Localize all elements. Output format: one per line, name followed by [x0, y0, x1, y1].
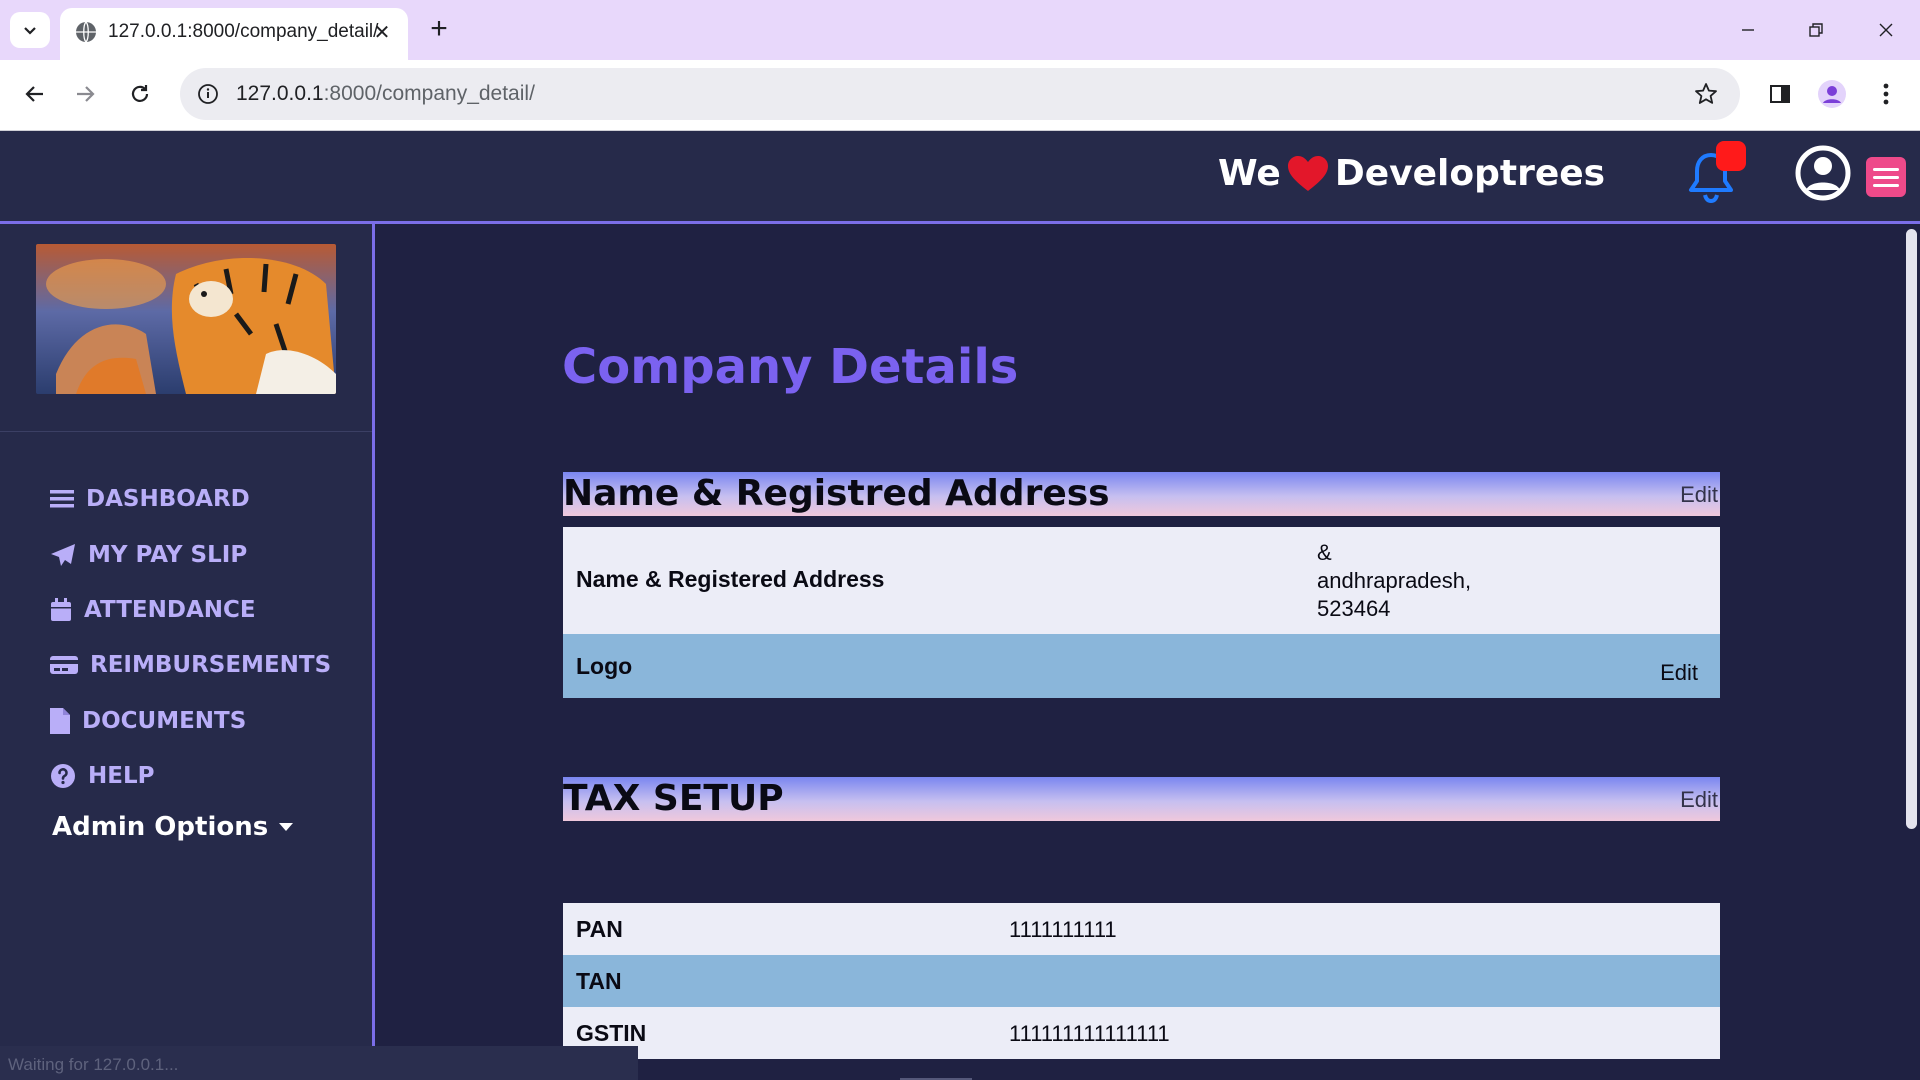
url-path: :8000/company_detail/ [323, 82, 535, 105]
reload-icon [131, 85, 149, 102]
row-label: TAN [576, 968, 622, 994]
row-label: Name & Registered Address [576, 566, 885, 592]
table-row: Logo Edit [563, 634, 1720, 698]
minimize-button[interactable] [1728, 10, 1768, 50]
sidebar-item-label: ATTENDANCE [84, 597, 256, 623]
minimize-icon [1742, 29, 1754, 31]
back-button[interactable] [14, 74, 54, 114]
table-row: PAN 1111111111 [563, 903, 1720, 955]
section-edit-link[interactable]: Edit [1680, 482, 1718, 508]
caret-down-icon [279, 823, 294, 831]
sidebar: DASHBOARD MY PAY SLIP ATTENDANCE REIMBUR… [0, 224, 375, 1080]
admin-options-dropdown[interactable]: Admin Options [52, 812, 294, 842]
url-host: 127.0.0.1 [236, 82, 324, 105]
sidebar-item-label: DASHBOARD [86, 486, 250, 512]
row-label: Logo [576, 653, 633, 679]
question-circle-icon [51, 764, 75, 788]
section-title: TAX SETUP [563, 778, 784, 819]
calendar-icon [51, 598, 71, 621]
browser-menu-icon[interactable] [1866, 74, 1906, 114]
browser-toolbar: 127.0.0.1:8000/company_detail/ [0, 60, 1920, 131]
arrow-left-icon [25, 86, 43, 102]
section-header-tax-setup: TAX SETUP Edit [563, 777, 1720, 821]
row-value-address: & andhrapradesh, 523464 [1317, 540, 1472, 621]
table-row: GSTIN 111111111111111 [563, 1007, 1720, 1059]
sidebar-item-help[interactable]: HELP [50, 763, 154, 789]
file-icon [50, 708, 70, 734]
restore-icon [1809, 23, 1823, 37]
table-row: Name & Registered Address & andhraprades… [563, 527, 1720, 634]
credit-card-icon [50, 656, 78, 674]
page-content: We Developtrees DASHBOARD MY PAY SLIP AT… [0, 131, 1920, 1080]
sidebar-divider [0, 431, 372, 432]
top-navbar: We Developtrees [0, 131, 1920, 224]
brand-text-we: We [1218, 153, 1281, 194]
sidebar-item-dashboard[interactable]: DASHBOARD [50, 486, 250, 512]
admin-options-label: Admin Options [52, 812, 269, 842]
tab-search-button[interactable] [10, 12, 50, 48]
url-text: 127.0.0.1:8000/company_detail/ [236, 82, 535, 106]
tab-close-icon[interactable]: ✕ [370, 20, 394, 44]
brand-text-developtrees: Developtrees [1334, 153, 1606, 194]
company-logo-image [36, 244, 336, 394]
browser-tab-bar: 127.0.0.1:8000/company_detail/ ✕ + [0, 0, 1920, 60]
bookmark-star-icon[interactable] [1690, 78, 1722, 110]
section-title: Name & Registred Address [563, 473, 1110, 514]
chevron-down-icon [24, 27, 36, 35]
sidebar-item-label: REIMBURSEMENTS [90, 652, 332, 678]
bars-icon [50, 490, 74, 508]
row-value: 1111111111 [1009, 917, 1117, 942]
brand: We Developtrees [1218, 153, 1605, 194]
arrow-right-icon [77, 86, 95, 102]
sidebar-item-label: DOCUMENTS [82, 708, 247, 734]
row-value: 111111111111111 [1009, 1021, 1170, 1046]
sidebar-item-label: MY PAY SLIP [88, 542, 248, 568]
table-row: TAN [563, 955, 1720, 1007]
row-label: GSTIN [576, 1020, 647, 1046]
new-tab-button[interactable]: + [422, 12, 456, 46]
sidebar-item-attendance[interactable]: ATTENDANCE [50, 597, 256, 623]
paper-plane-icon [51, 544, 75, 566]
hamburger-menu-button[interactable] [1866, 157, 1906, 197]
row-label: PAN [576, 916, 623, 942]
close-window-button[interactable] [1866, 10, 1906, 50]
sidebar-item-reimbursements[interactable]: REIMBURSEMENTS [50, 652, 331, 678]
browser-tab[interactable]: 127.0.0.1:8000/company_detail/ ✕ [60, 8, 408, 60]
section-edit-link[interactable]: Edit [1680, 787, 1718, 813]
reload-button[interactable] [120, 74, 160, 114]
profile-avatar-icon[interactable] [1812, 74, 1852, 114]
restore-button[interactable] [1796, 10, 1836, 50]
close-icon [1879, 23, 1893, 37]
sidebar-item-my-pay-slip[interactable]: MY PAY SLIP [50, 542, 247, 568]
sidebar-item-label: HELP [88, 763, 155, 789]
site-info-icon[interactable] [192, 78, 224, 110]
address-bar[interactable]: 127.0.0.1:8000/company_detail/ [180, 68, 1740, 120]
section-header-name-address: Name & Registred Address Edit [563, 472, 1720, 516]
forward-button[interactable] [66, 74, 106, 114]
browser-status-bar: Waiting for 127.0.0.1... [0, 1046, 638, 1080]
notification-badge [1716, 141, 1746, 171]
globe-icon [76, 21, 96, 43]
scrollbar-thumb[interactable] [1906, 229, 1917, 829]
page-title: Company Details [562, 339, 1019, 395]
sidebar-item-documents[interactable]: DOCUMENTS [50, 708, 246, 734]
tab-title: 127.0.0.1:8000/company_detail/ [108, 21, 379, 42]
side-panel-icon[interactable] [1760, 74, 1800, 114]
heart-icon [1287, 155, 1328, 191]
logo-edit-link[interactable]: Edit [1660, 660, 1698, 686]
user-circle-icon[interactable] [1795, 145, 1851, 201]
